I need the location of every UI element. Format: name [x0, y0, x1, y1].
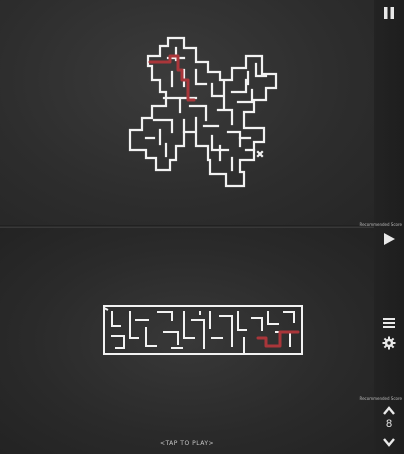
maze-wall: [111, 311, 157, 347]
play-button[interactable]: [380, 230, 398, 248]
side-caption-top: Recommended Score: [359, 222, 402, 227]
settings-button[interactable]: [380, 334, 398, 352]
tap-to-play-label[interactable]: <TAP TO PLAY>: [0, 440, 374, 447]
maze-wall: [256, 150, 264, 158]
bottom-maze-panel[interactable]: [0, 228, 374, 454]
pause-icon: [384, 7, 394, 19]
maze-wall: [144, 118, 174, 146]
chevron-down-icon: [383, 438, 395, 447]
side-caption-bottom: Recommended Score: [359, 396, 402, 401]
maze-wall: [210, 80, 234, 126]
maze-wall: [251, 311, 295, 347]
bottom-maze[interactable]: [0, 228, 374, 454]
solution-trail: [256, 330, 300, 348]
play-icon: [384, 233, 395, 245]
maze-wall: [115, 311, 201, 349]
gear-icon: [382, 336, 396, 350]
menu-icon: [383, 318, 395, 328]
panel-divider: [0, 225, 404, 228]
menu-button[interactable]: [380, 314, 398, 332]
maze-wall: [209, 311, 247, 355]
maze-wall: [157, 311, 205, 349]
level-number: 8: [385, 418, 393, 430]
side-control-bar: Recommended Score Recommended Score 8: [359, 0, 404, 454]
level-down-button[interactable]: [380, 433, 398, 451]
top-maze-panel[interactable]: [0, 0, 374, 226]
maze-wall: [210, 130, 242, 172]
top-maze[interactable]: [0, 0, 374, 226]
chevron-up-icon: [383, 406, 395, 415]
pause-button[interactable]: [380, 4, 398, 22]
maze-wall: [128, 36, 278, 188]
